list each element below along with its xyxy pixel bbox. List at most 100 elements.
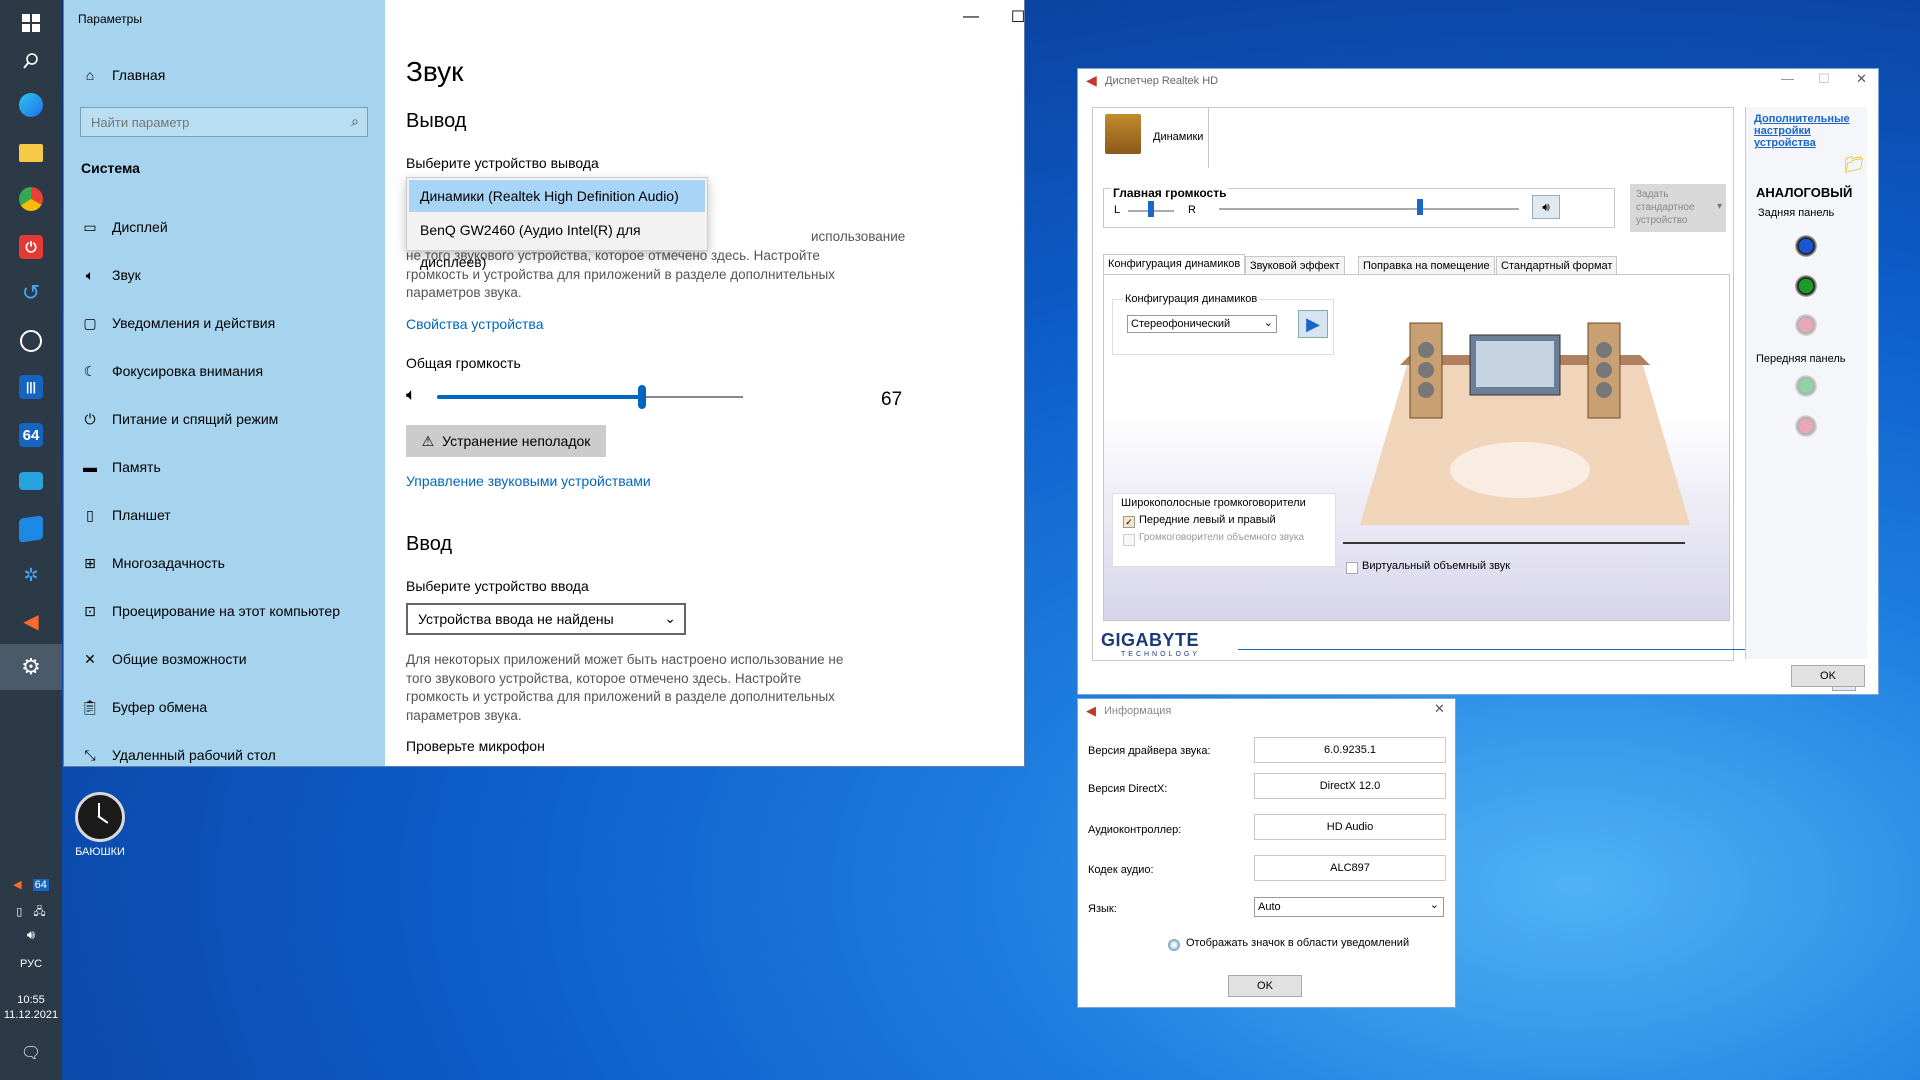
troubleshoot-button[interactable]: ⚠ Устранение неполадок [406, 425, 606, 457]
tab-speaker-config[interactable]: Конфигурация динамиков [1103, 254, 1246, 274]
speaker-tray-icon[interactable]: ◀ [13, 879, 21, 891]
surround-checkbox[interactable] [1123, 534, 1135, 546]
sidebar-item-focus[interactable]: ☾ Фокусировка внимания [80, 351, 263, 391]
close-button[interactable]: ✕ [1856, 71, 1867, 87]
volume-slider-thumb[interactable] [638, 385, 647, 409]
settings-gear-icon[interactable]: ⚙ [0, 644, 62, 690]
sidebar-item-projecting[interactable]: ⊡ Проецирование на этот компьютер [80, 591, 340, 631]
sidebar-item-storage[interactable]: ▬ Память [80, 447, 161, 487]
ok-button[interactable]: OK [1791, 665, 1865, 687]
output-option-realtek[interactable]: Динамики (Realtek High Definition Audio) [409, 180, 705, 212]
aida64-tray-icon[interactable]: 64 [32, 879, 49, 891]
tray-icon-checkbox[interactable] [1168, 939, 1180, 951]
sidebar-item-tablet[interactable]: ▯ Планшет [80, 495, 171, 535]
rear-jack-pink[interactable] [1795, 314, 1817, 336]
search-icon[interactable] [0, 38, 62, 84]
sidebar-item-shared[interactable]: ✕ Общие возможности [80, 639, 247, 679]
home-icon: ⌂ [85, 67, 95, 83]
speaker-icon[interactable]: 🔈︎ [406, 385, 416, 405]
window-title: Параметры [78, 12, 142, 26]
chevron-down-icon: ⌄ [664, 610, 676, 626]
language-indicator[interactable]: РУС [0, 958, 62, 970]
language-label: Язык: [1088, 903, 1117, 915]
front-lr-checkbox[interactable]: ✓ [1123, 516, 1135, 528]
chrome-icon[interactable] [0, 176, 62, 222]
search-input[interactable] [81, 108, 341, 136]
minimize-button[interactable]: — [1781, 71, 1794, 86]
clock-date[interactable]: 11.12.2021 [0, 1009, 62, 1021]
sidebar-item-label: Общие возможности [112, 651, 247, 667]
play-test-button[interactable]: ▶ [1298, 310, 1328, 338]
tab-sound-effect[interactable]: Звуковой эффект [1245, 256, 1345, 276]
sidebar-item-display[interactable]: ▭ Дисплей [80, 207, 168, 247]
sidebar-home[interactable]: ⌂ Главная [80, 55, 166, 95]
language-select[interactable]: Auto ⌄ [1254, 897, 1444, 917]
notifications-icon: ▢ [83, 314, 97, 331]
speaker-config-select[interactable]: Стереофонический ⌄ [1127, 315, 1277, 333]
master-volume-slider-thumb[interactable] [1417, 199, 1423, 215]
mute-button[interactable]: 🔊︎ [1532, 195, 1560, 219]
device-tab-label: Динамики [1153, 131, 1204, 143]
front-jack-pink[interactable] [1795, 415, 1817, 437]
volume-label: Общая громкость [406, 355, 521, 371]
tab-default-format[interactable]: Стандартный формат [1496, 256, 1618, 276]
manage-devices-link[interactable]: Управление звуковыми устройствами [406, 473, 651, 489]
balance-slider-thumb[interactable] [1148, 201, 1154, 217]
sidebar-item-label: Проецирование на этот компьютер [112, 603, 340, 619]
settings-content: — ☐ ✕ Звук Вывод Выберите устройство выв… [385, 0, 1024, 766]
edge-icon[interactable] [0, 82, 62, 128]
windows-tiles-icon[interactable] [0, 506, 62, 552]
output-option-benq[interactable]: BenQ GW2460 (Аудио Intel(R) для дисплеев… [409, 214, 705, 270]
device-properties-link[interactable]: Свойства устройства [406, 316, 544, 332]
maximize-button[interactable]: ☐ [1818, 71, 1830, 87]
input-heading: Ввод [406, 533, 453, 555]
directx-value: DirectX 12.0 [1254, 773, 1446, 799]
output-device-dropdown[interactable]: Динамики (Realtek High Definition Audio)… [406, 177, 708, 270]
close-button[interactable]: ✕ [1434, 701, 1445, 717]
clipboard-icon: 📋︎ [81, 698, 99, 715]
speaker-app-icon[interactable]: ◀ [0, 598, 62, 644]
undo-app-icon[interactable]: ↺ [0, 270, 62, 316]
sidebar-item-notifications[interactable]: ▢ Уведомления и действия [80, 303, 275, 343]
minimize-button[interactable]: — [948, 0, 994, 34]
rear-jack-green[interactable] [1795, 275, 1817, 297]
front-jack-green[interactable] [1795, 375, 1817, 397]
desktop-icon-clock[interactable]: БАЮШКИ [72, 792, 128, 858]
remote-desktop-icon: ⤡ [84, 746, 96, 763]
output-note-line1: использование [811, 229, 906, 244]
file-explorer-icon[interactable] [0, 130, 62, 176]
sidebar-item-label: Дисплей [112, 219, 168, 235]
network-app-icon[interactable]: ✲ [0, 552, 62, 598]
rear-jack-blue[interactable] [1795, 235, 1817, 257]
maximize-button[interactable]: ☐ [995, 0, 1024, 34]
power-app-icon[interactable]: ⏻ [0, 224, 62, 270]
folder-icon[interactable]: 📁︎ [1844, 155, 1864, 175]
usb-tray-icon[interactable]: ▯ [16, 906, 22, 918]
clock-time[interactable]: 10:55 [0, 994, 62, 1006]
aida64-icon[interactable]: 64 [0, 412, 62, 458]
sidebar-item-sound[interactable]: 🔈︎ Звук [80, 255, 141, 295]
network-tray-icon[interactable]: 🖧 [33, 906, 45, 918]
sidebar-item-remote-desktop[interactable]: ⤡ Удаленный рабочий стол [80, 735, 275, 766]
sidebar-item-label: Фокусировка внимания [112, 363, 264, 379]
master-volume-slider[interactable] [1219, 208, 1519, 210]
equalizer-app-icon[interactable]: ||| [0, 364, 62, 410]
set-default-button[interactable]: Задать стандартное устройство ▾ [1630, 184, 1726, 232]
clock-app-icon[interactable] [0, 318, 62, 364]
advanced-settings-link[interactable]: Дополнительные настройки устройства [1754, 113, 1859, 149]
sidebar-item-multitasking[interactable]: ⊞ Многозадачность [80, 543, 225, 583]
settings-search[interactable]: ⌕ [80, 107, 368, 137]
directx-label: Версия DirectX: [1088, 783, 1168, 795]
virtual-surround-label: Виртуальный объемный звук [1362, 560, 1511, 572]
volume-tray-icon[interactable]: 🔊︎ [0, 927, 62, 943]
tab-room-correction[interactable]: Поправка на помещение [1358, 256, 1495, 276]
ok-button[interactable]: OK [1228, 975, 1302, 997]
input-device-select[interactable]: Устройства ввода не найдены ⌄ [406, 603, 686, 635]
device-tab[interactable]: Динамики [1093, 108, 1209, 168]
notifications-icon[interactable]: 🗨︎ [0, 1043, 62, 1063]
monitor-app-icon[interactable] [0, 458, 62, 504]
sidebar-item-power[interactable]: ⏻ Питание и спящий режим [80, 399, 278, 439]
virtual-surround-checkbox[interactable] [1346, 562, 1358, 574]
sidebar-item-clipboard[interactable]: 📋︎ Буфер обмена [80, 687, 207, 727]
search-icon[interactable]: ⌕ [351, 113, 359, 130]
